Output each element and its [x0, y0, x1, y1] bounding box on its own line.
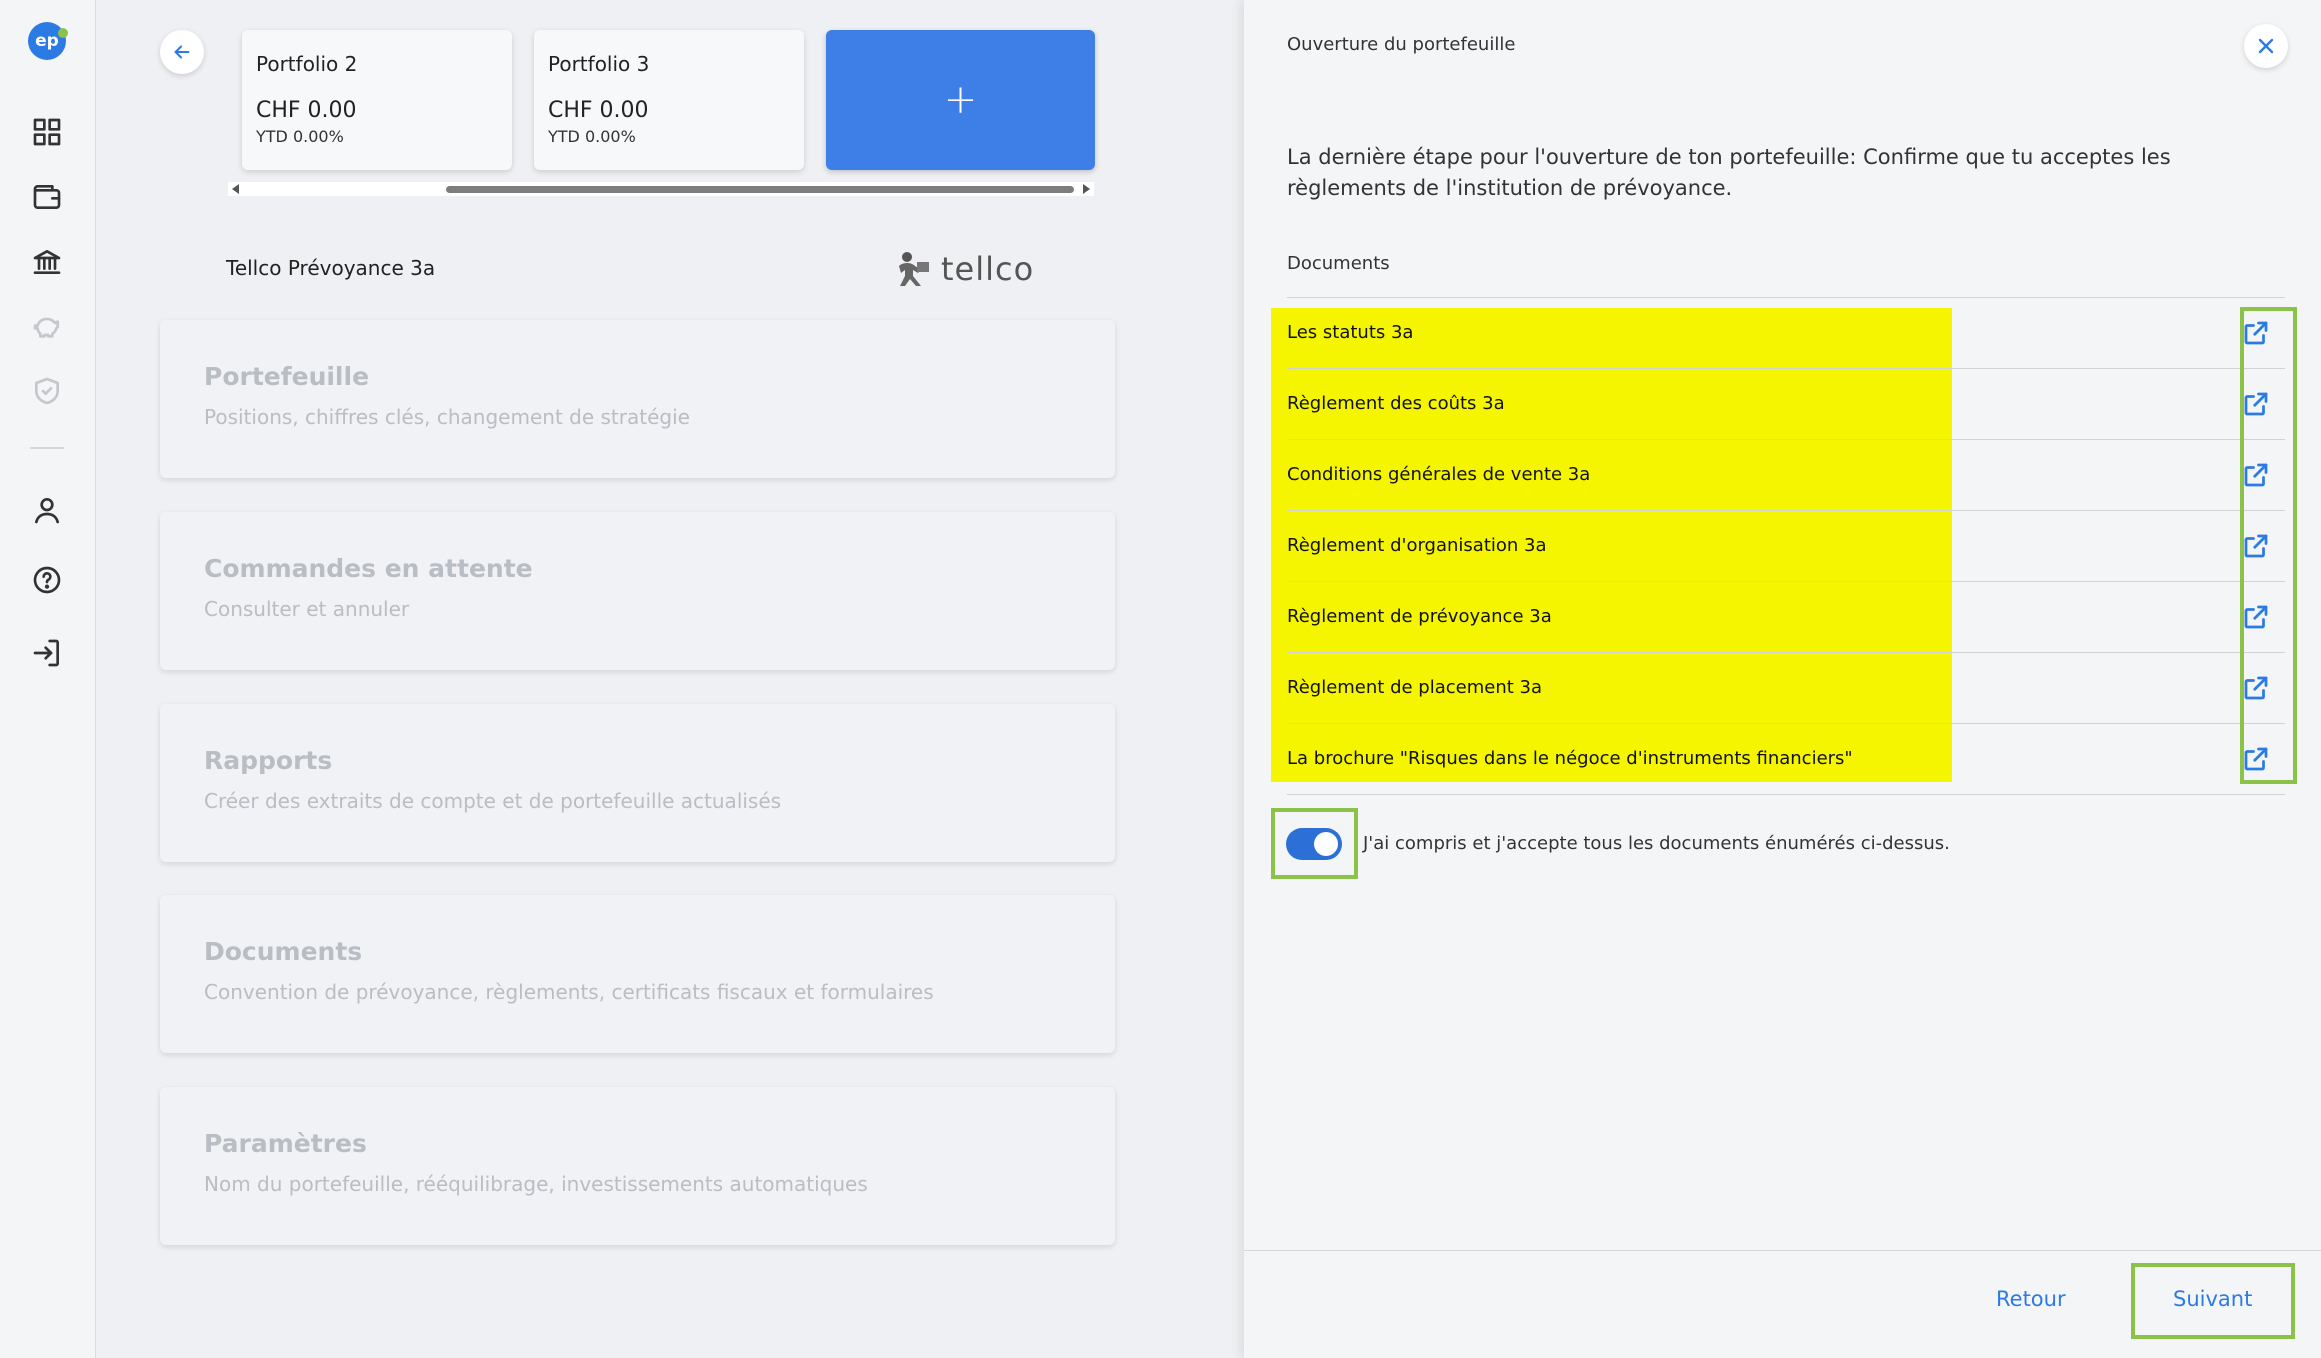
menu-card-desc: Nom du portefeuille, rééquilibrage, inve…: [204, 1172, 868, 1196]
dialog-title: Ouverture du portefeuille: [1287, 34, 1516, 55]
scroll-right-icon[interactable]: [1083, 184, 1090, 194]
portfolio-value: CHF 0.00: [548, 98, 649, 123]
accept-toggle[interactable]: [1286, 828, 1342, 860]
document-name: La brochure "Risques dans le négoce d'in…: [1287, 748, 1853, 769]
arrow-left-icon: [174, 45, 190, 59]
document-name: Les statuts 3a: [1287, 322, 1414, 343]
menu-card-title: Portefeuille: [204, 362, 370, 391]
brand-name: tellco: [941, 250, 1035, 288]
document-row: Règlement d'organisation 3a: [1287, 511, 2285, 582]
portfolio-name: Portfolio 3: [548, 52, 650, 76]
accept-text: J'ai compris et j'accepte tous les docum…: [1363, 833, 1950, 854]
institution-logo: tellco: [893, 248, 1034, 290]
close-icon: [2258, 38, 2274, 54]
menu-card-title: Paramètres: [204, 1129, 367, 1158]
piggy-bank-icon: [28, 308, 66, 346]
shield-icon: [28, 372, 66, 410]
external-links-outline: [2240, 307, 2297, 784]
menu-card-documents[interactable]: Documents Convention de prévoyance, règl…: [160, 895, 1115, 1053]
dialog-intro: La dernière étape pour l'ouverture de to…: [1287, 145, 2171, 200]
portfolio-ytd: YTD 0.00%: [256, 127, 344, 146]
menu-card-desc: Créer des extraits de compte et de porte…: [204, 789, 782, 813]
user-icon[interactable]: [28, 491, 66, 529]
menu-card-reports[interactable]: Rapports Créer des extraits de compte et…: [160, 704, 1115, 862]
document-row: La brochure "Risques dans le négoce d'in…: [1287, 724, 2285, 795]
scroll-left-icon[interactable]: [232, 184, 239, 194]
document-row: Règlement de prévoyance 3a: [1287, 582, 2285, 653]
nav-rail: ep: [0, 0, 96, 1358]
help-icon[interactable]: [28, 561, 66, 599]
back-button[interactable]: [160, 30, 204, 74]
menu-card-desc: Positions, chiffres clés, changement de …: [204, 405, 690, 429]
add-portfolio-button[interactable]: +: [826, 30, 1095, 170]
menu-card-desc: Consulter et annuler: [204, 597, 410, 621]
document-name: Règlement d'organisation 3a: [1287, 535, 1547, 556]
menu-card-desc: Convention de prévoyance, règlements, ce…: [204, 980, 934, 1004]
bank-icon[interactable]: [28, 243, 66, 281]
menu-card-settings[interactable]: Paramètres Nom du portefeuille, rééquili…: [160, 1087, 1115, 1245]
menu-card-title: Rapports: [204, 746, 333, 775]
retour-button[interactable]: Retour: [1996, 1287, 2066, 1311]
menu-card-portfolio[interactable]: Portefeuille Positions, chiffres clés, c…: [160, 320, 1115, 478]
portfolio-name: Portfolio 2: [256, 52, 358, 76]
document-row: Règlement des coûts 3a: [1287, 369, 2285, 440]
portfolio-panel: Portfolio 2 CHF 0.00 YTD 0.00% Portfolio…: [97, 0, 1239, 1358]
portfolio-card[interactable]: Portfolio 2 CHF 0.00 YTD 0.00%: [242, 30, 512, 170]
app-logo[interactable]: ep: [28, 22, 68, 60]
portfolio-ytd: YTD 0.00%: [548, 127, 636, 146]
suivant-button[interactable]: Suivant: [2173, 1287, 2252, 1311]
menu-card-title: Commandes en attente: [204, 554, 533, 583]
menu-card-title: Documents: [204, 937, 363, 966]
document-row: Conditions générales de vente 3a: [1287, 440, 2285, 511]
nav-separator: [30, 447, 64, 449]
institution-name: Tellco Prévoyance 3a: [226, 256, 436, 280]
document-name: Règlement de placement 3a: [1287, 677, 1542, 698]
open-portfolio-dialog: Ouverture du portefeuille La dernière ét…: [1244, 0, 2321, 1358]
menu-card-pending-orders[interactable]: Commandes en attente Consulter et annule…: [160, 512, 1115, 670]
toggle-knob: [1314, 832, 1338, 856]
scrollbar-thumb[interactable]: [446, 186, 1074, 193]
document-name: Règlement de prévoyance 3a: [1287, 606, 1552, 627]
close-button[interactable]: [2244, 24, 2288, 68]
dashboard-icon[interactable]: [28, 113, 66, 151]
portfolio-value: CHF 0.00: [256, 98, 357, 123]
dialog-footer: Retour Suivant: [1244, 1250, 2321, 1358]
horizontal-scrollbar[interactable]: [228, 182, 1094, 196]
portfolio-card[interactable]: Portfolio 3 CHF 0.00 YTD 0.00%: [534, 30, 804, 170]
document-name: Règlement des coûts 3a: [1287, 393, 1505, 414]
wallet-icon[interactable]: [28, 178, 66, 216]
tellco-figure-icon: [899, 252, 929, 286]
documents-label: Documents: [1287, 253, 1390, 274]
document-row: Les statuts 3a: [1287, 298, 2285, 369]
document-row: Règlement de placement 3a: [1287, 653, 2285, 724]
document-name: Conditions générales de vente 3a: [1287, 464, 1591, 485]
logout-icon[interactable]: [28, 634, 66, 672]
